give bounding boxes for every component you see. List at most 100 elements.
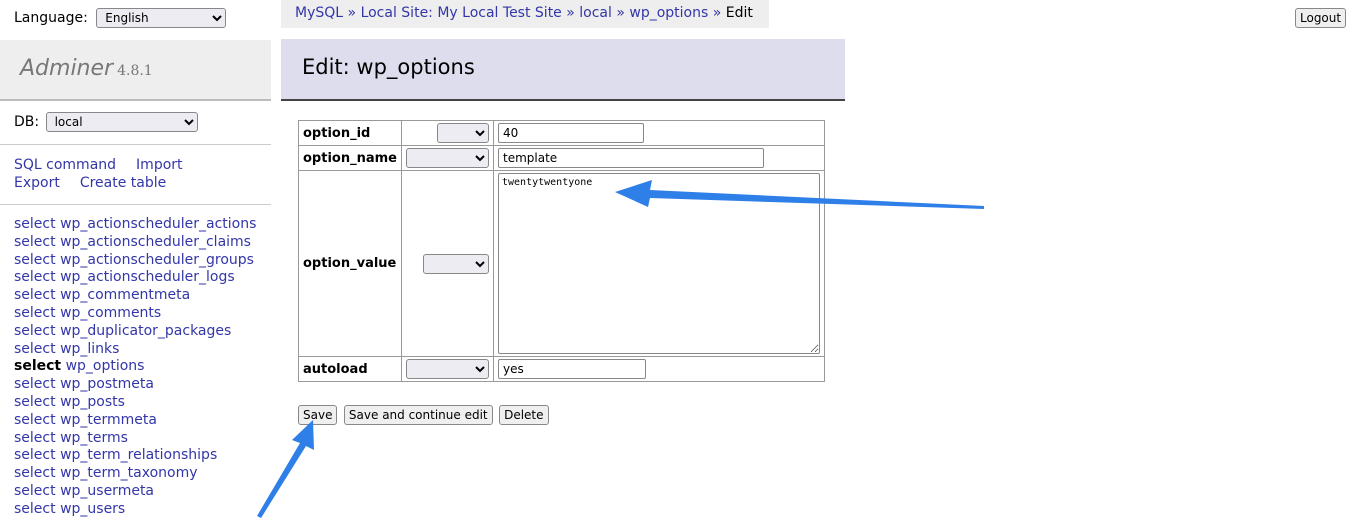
field-row: option_id xyxy=(298,120,825,146)
delete-button[interactable]: Delete xyxy=(499,405,549,425)
select-link[interactable]: select xyxy=(14,234,56,250)
breadcrumb-current: Edit xyxy=(725,5,753,21)
table-link[interactable]: wp_terms xyxy=(60,430,128,446)
function-select[interactable] xyxy=(405,148,489,168)
select-link[interactable]: select xyxy=(14,216,56,232)
table-list-item: select wp_commentmeta xyxy=(14,287,256,305)
table-list-item: select wp_usermeta xyxy=(14,483,256,501)
table-list-item: select wp_term_relationships xyxy=(14,447,256,465)
table-link[interactable]: wp_term_taxonomy xyxy=(60,465,197,481)
field-label: autoload xyxy=(298,356,402,382)
table-list-item: select wp_termmeta xyxy=(14,412,256,430)
table-link[interactable]: wp_options xyxy=(66,358,145,374)
autoload-input[interactable] xyxy=(497,359,646,379)
table-link[interactable]: wp_posts xyxy=(60,394,125,410)
db-links: SQL command Import Export Create table xyxy=(14,156,203,192)
breadcrumb-link[interactable]: local xyxy=(579,5,612,21)
table-list-item: select wp_term_taxonomy xyxy=(14,465,256,483)
select-link[interactable]: select xyxy=(14,483,56,499)
table-list-item: select wp_options xyxy=(14,358,256,376)
table-link[interactable]: wp_postmeta xyxy=(60,376,154,392)
language-selector: Language: English xyxy=(14,8,227,28)
table-list-item: select wp_users xyxy=(14,501,256,519)
function-select[interactable] xyxy=(436,123,489,143)
breadcrumb-separator: » xyxy=(347,5,357,21)
table-list-item: select wp_terms xyxy=(14,430,256,448)
table-list-item: select wp_actionscheduler_groups xyxy=(14,252,256,270)
breadcrumb-separator: » xyxy=(566,5,575,21)
select-link[interactable]: select xyxy=(14,465,56,481)
table-link[interactable]: wp_actionscheduler_claims xyxy=(60,234,251,250)
divider xyxy=(0,204,271,205)
table-list-item: select wp_actionscheduler_actions xyxy=(14,216,256,234)
save-continue-button[interactable]: Save and continue edit xyxy=(343,405,493,425)
select-link[interactable]: select xyxy=(14,376,56,392)
table-list-item: select wp_posts xyxy=(14,394,256,412)
table-link[interactable]: wp_usermeta xyxy=(60,483,154,499)
table-link[interactable]: wp_term_relationships xyxy=(60,447,217,463)
language-select[interactable]: English xyxy=(96,8,227,28)
adminer-logo: Adminer 4.8.1 xyxy=(0,40,271,101)
adminer-home-link[interactable]: Adminer xyxy=(20,56,113,81)
table-link[interactable]: wp_duplicator_packages xyxy=(60,323,231,339)
table-link[interactable]: wp_actionscheduler_groups xyxy=(60,252,254,268)
field-row: option_name xyxy=(298,145,825,171)
select-link[interactable]: select xyxy=(14,269,56,285)
form-actions: Save Save and continue edit Delete xyxy=(298,405,551,425)
logout-button[interactable]: Logout xyxy=(1295,8,1347,28)
select-link[interactable]: select xyxy=(14,447,56,463)
field-row: option_value twentytwentyone xyxy=(298,170,825,357)
sql-command-link[interactable]: SQL command xyxy=(14,157,116,173)
select-link[interactable]: select xyxy=(14,305,56,321)
table-list-item: select wp_comments xyxy=(14,305,256,323)
field-label: option_name xyxy=(298,145,402,171)
select-link[interactable]: select xyxy=(14,501,56,517)
table-link[interactable]: wp_comments xyxy=(60,305,161,321)
breadcrumb-separator: » xyxy=(712,5,722,21)
field-row: autoload xyxy=(298,356,825,382)
table-link[interactable]: wp_actionscheduler_logs xyxy=(60,269,235,285)
table-link[interactable]: wp_links xyxy=(60,341,119,357)
select-link[interactable]: select xyxy=(14,252,56,268)
select-link[interactable]: select xyxy=(14,430,56,446)
create-table-link[interactable]: Create table xyxy=(80,175,166,191)
breadcrumb-link[interactable]: Local Site: My Local Test Site xyxy=(361,5,562,21)
table-link[interactable]: wp_actionscheduler_actions xyxy=(60,216,256,232)
edit-form-table: option_id option_name option_value twent… xyxy=(298,120,825,382)
divider xyxy=(0,144,271,145)
field-label: option_id xyxy=(298,120,402,146)
table-link[interactable]: wp_commentmeta xyxy=(60,287,190,303)
table-list-item: select wp_actionscheduler_claims xyxy=(14,234,256,252)
select-link[interactable]: select xyxy=(14,394,56,410)
select-link[interactable]: select xyxy=(14,341,56,357)
option-name-input[interactable] xyxy=(497,148,764,168)
option-id-input[interactable] xyxy=(497,123,644,143)
option-value-textarea[interactable]: twentytwentyone xyxy=(497,173,820,354)
select-link[interactable]: select xyxy=(14,287,56,303)
table-link[interactable]: wp_users xyxy=(60,501,125,517)
table-list-item: select wp_postmeta xyxy=(14,376,256,394)
db-selector: DB: local xyxy=(14,112,198,132)
save-button[interactable]: Save xyxy=(298,405,338,425)
breadcrumb-link[interactable]: MySQL xyxy=(295,5,343,21)
import-link[interactable]: Import xyxy=(136,157,182,173)
select-link[interactable]: select xyxy=(14,358,61,374)
select-link[interactable]: select xyxy=(14,323,56,339)
annotation-arrow-icon xyxy=(257,420,314,518)
breadcrumb-link[interactable]: wp_options xyxy=(629,5,708,21)
select-link[interactable]: select xyxy=(14,412,56,428)
breadcrumb: MySQL » Local Site: My Local Test Site »… xyxy=(281,0,769,28)
export-link[interactable]: Export xyxy=(14,175,60,191)
field-label: option_value xyxy=(298,170,402,357)
breadcrumb-separator: » xyxy=(616,5,625,21)
function-select[interactable] xyxy=(422,253,489,274)
db-label: DB: xyxy=(14,114,40,130)
page-header: Edit: wp_options xyxy=(281,39,845,101)
function-select[interactable] xyxy=(405,359,489,379)
table-list: select wp_actionscheduler_actions select … xyxy=(14,216,256,519)
page-title: Edit: wp_options xyxy=(302,55,475,79)
language-label: Language: xyxy=(14,10,88,26)
version: 4.8.1 xyxy=(117,63,153,79)
db-select[interactable]: local xyxy=(45,112,198,132)
table-link[interactable]: wp_termmeta xyxy=(60,412,157,428)
